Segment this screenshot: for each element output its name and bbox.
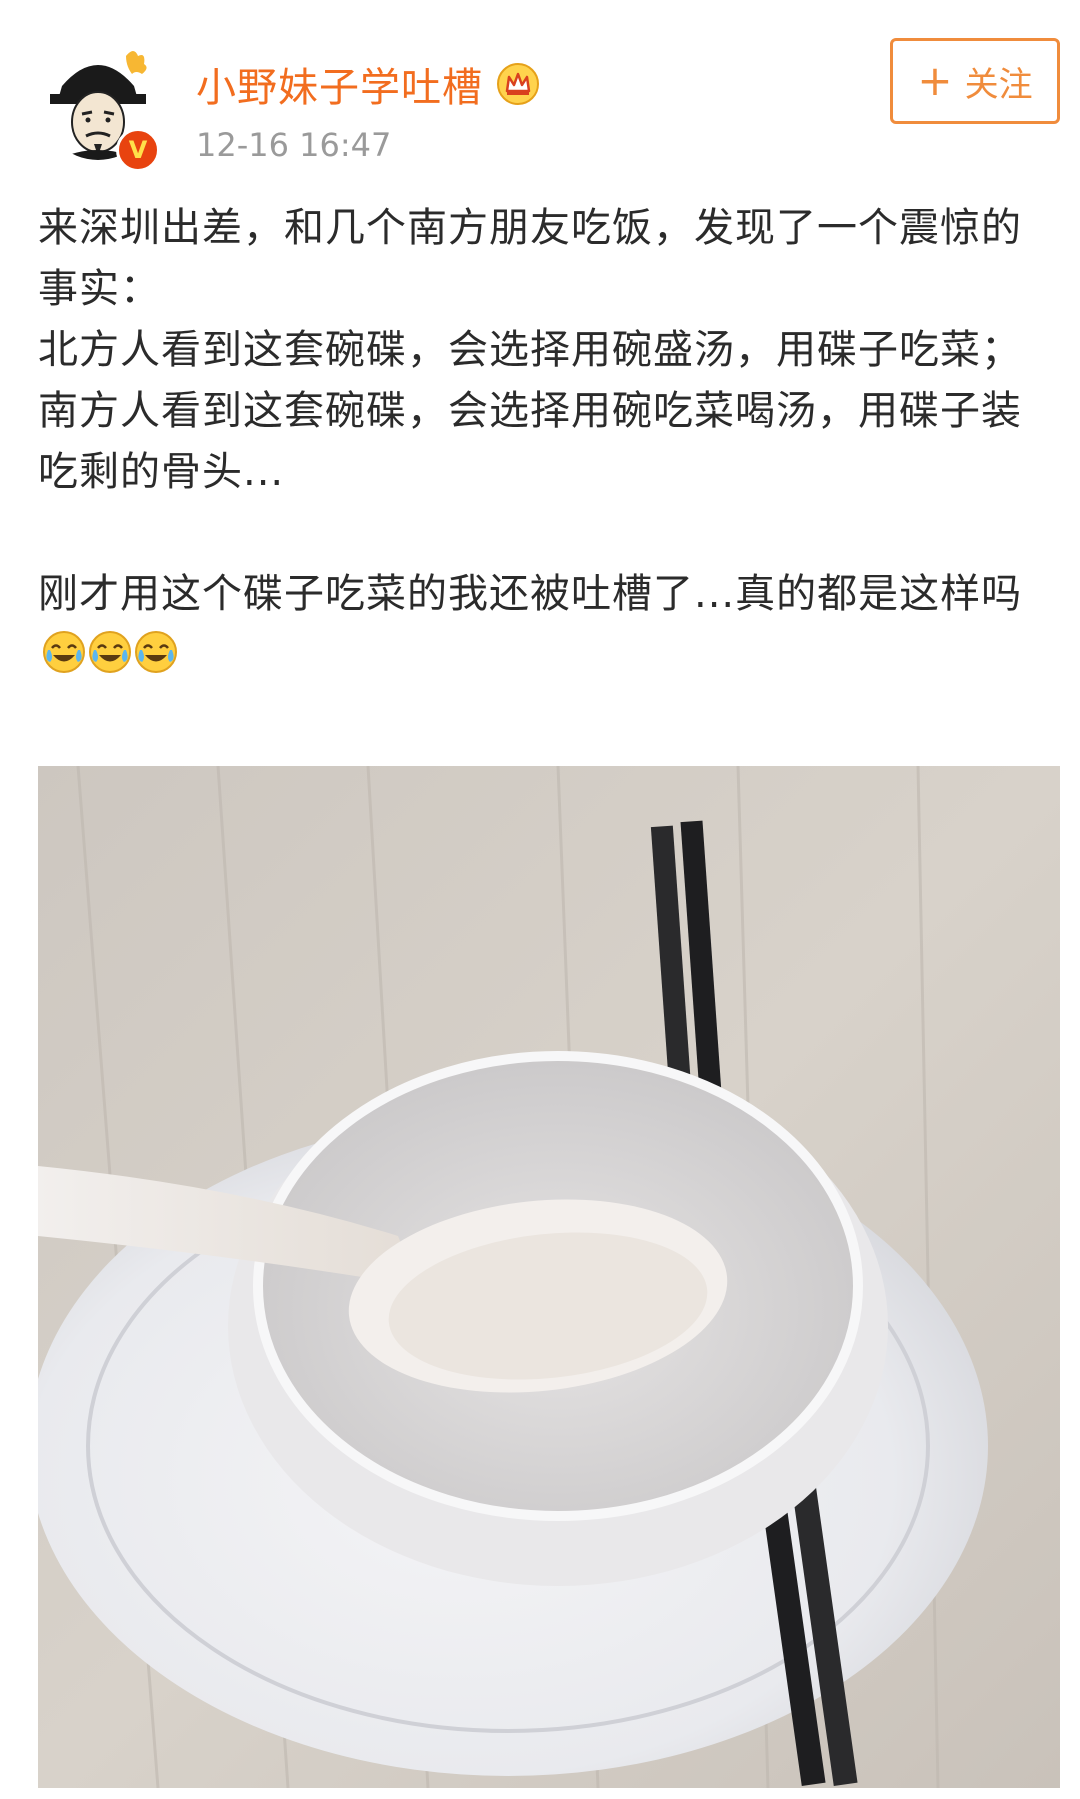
author-row: 小野妹子学吐槽 <box>196 56 539 112</box>
post-timestamp: 12-16 16:47 <box>196 126 392 164</box>
emoji-group <box>42 630 180 674</box>
username[interactable]: 小野妹子学吐槽 <box>196 55 483 113</box>
post-photo[interactable] <box>38 766 1060 1788</box>
laugh-cry-emoji-icon <box>89 631 131 673</box>
crown-icon <box>497 63 539 105</box>
post-line-last: 刚才用这个碟子吃菜的我还被吐槽了...真的都是这样吗 <box>38 564 1048 686</box>
weibo-post: V 小野妹子学吐槽 12-16 16:47 + 关注 来深圳出差，和几个南方朋友… <box>0 0 1080 1799</box>
plus-icon: + <box>917 56 953 105</box>
laugh-cry-emoji-icon <box>43 631 85 673</box>
bowl-plate-chopsticks-photo <box>38 766 1060 1788</box>
post-line: 刚才用这个碟子吃菜的我还被吐槽了...真的都是这样吗 <box>38 571 1023 617</box>
post-body: 来深圳出差，和几个南方朋友吃饭，发现了一个震惊的事实： 北方人看到这套碗碟，会选… <box>38 198 1048 686</box>
post-line: 南方人看到这套碗碟，会选择用碗吃菜喝汤，用碟子装吃剩的骨头... <box>38 388 1022 495</box>
laugh-cry-emoji-icon <box>135 631 177 673</box>
follow-button[interactable]: + 关注 <box>890 38 1060 124</box>
follow-label: 关注 <box>964 64 1033 105</box>
verified-badge-icon: V <box>116 128 160 172</box>
post-line: 北方人看到这套碗碟，会选择用碗盛汤，用碟子吃菜； <box>38 327 1022 373</box>
post-line: 来深圳出差，和几个南方朋友吃饭，发现了一个震惊的事实： <box>38 205 1022 312</box>
